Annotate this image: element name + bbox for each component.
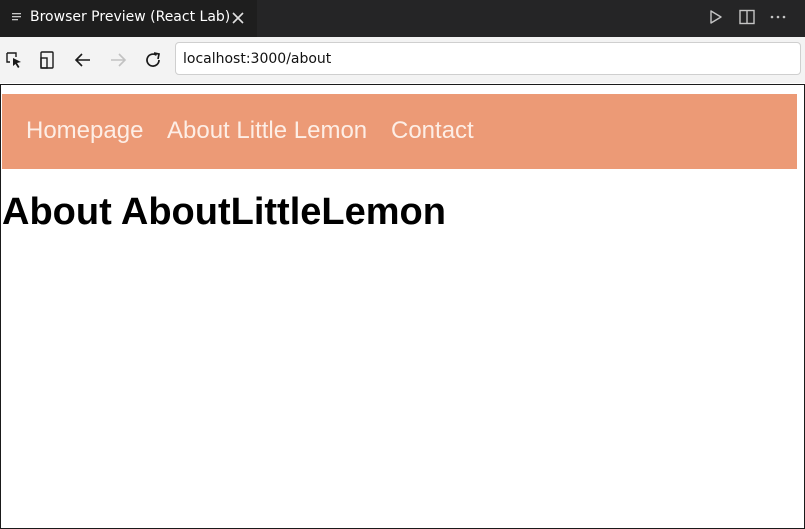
play-icon[interactable] — [706, 8, 724, 26]
preview-viewport: Homepage About Little Lemon Contact Abou… — [0, 84, 805, 529]
inspect-icon[interactable] — [4, 50, 24, 70]
tab-title: Browser Preview (React Lab) — [30, 9, 231, 25]
close-icon[interactable] — [230, 10, 246, 26]
site-navbar: Homepage About Little Lemon Contact — [2, 94, 797, 169]
nav-link-about[interactable]: About Little Lemon — [167, 94, 367, 169]
nav-link-contact[interactable]: Contact — [391, 94, 474, 169]
address-bar-input[interactable] — [175, 42, 801, 75]
page-title: About AboutLittleLemon — [2, 191, 446, 233]
reload-icon[interactable] — [143, 50, 163, 70]
preview-lines-icon — [12, 13, 21, 21]
back-arrow-icon[interactable] — [73, 50, 93, 70]
nav-link-homepage[interactable]: Homepage — [26, 94, 143, 169]
split-editor-icon[interactable] — [738, 8, 756, 26]
browser-toolbar — [0, 37, 805, 83]
tab-bar: Browser Preview (React Lab) — [0, 0, 805, 37]
device-toggle-icon[interactable] — [37, 50, 57, 70]
forward-arrow-icon[interactable] — [108, 50, 128, 70]
browser-preview-tab[interactable]: Browser Preview (React Lab) — [0, 0, 257, 37]
more-icon[interactable] — [769, 8, 787, 26]
